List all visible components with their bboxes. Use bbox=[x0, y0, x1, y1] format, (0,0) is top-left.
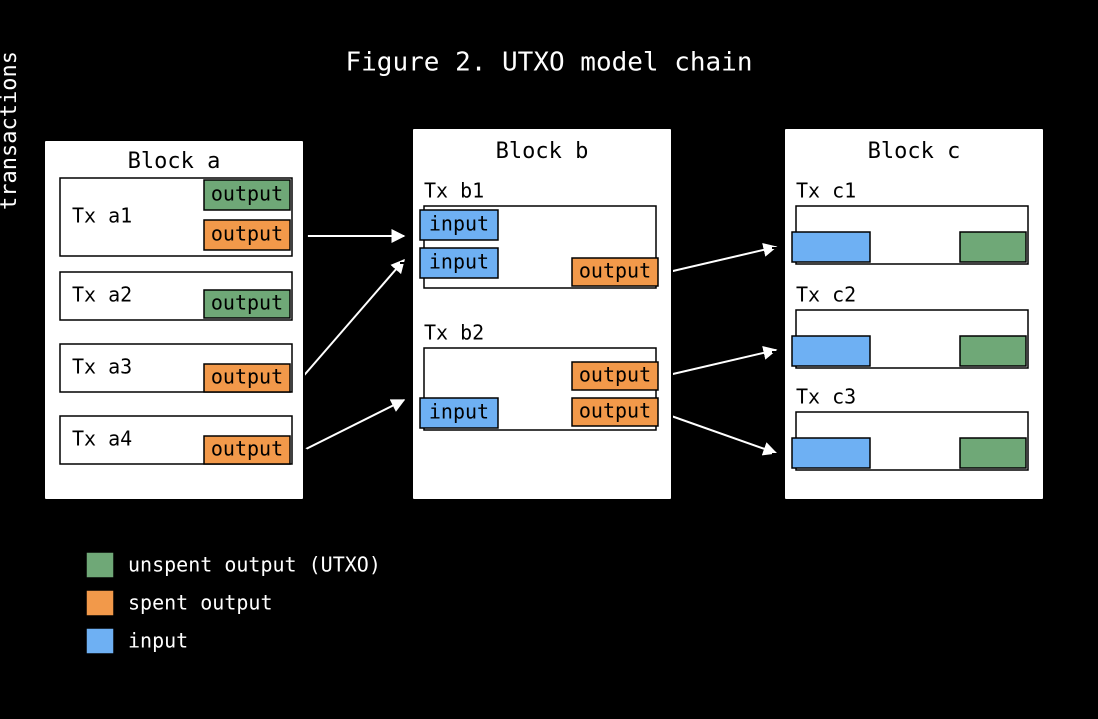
svg-text:Tx c3: Tx c3 bbox=[796, 385, 856, 409]
legend-swatch-unspent bbox=[86, 552, 114, 578]
tx-a3: Tx a3 output bbox=[60, 344, 292, 392]
legend-swatch-input bbox=[86, 628, 114, 654]
svg-text:Tx a1: Tx a1 bbox=[72, 204, 132, 228]
svg-text:input: input bbox=[429, 400, 489, 424]
block-b: Block b Tx b1 input input output Tx b2 o… bbox=[412, 128, 672, 500]
tx-a1: Tx a1 output output bbox=[60, 178, 292, 256]
svg-text:input: input bbox=[429, 250, 489, 274]
svg-text:output: output bbox=[211, 222, 283, 246]
svg-text:output: output bbox=[211, 291, 283, 315]
block-c: Block c Tx c1 Tx c2 Tx c3 bbox=[784, 128, 1044, 500]
svg-text:Tx c1: Tx c1 bbox=[796, 179, 856, 203]
svg-text:output: output bbox=[211, 182, 283, 206]
tx-c3-input-0 bbox=[792, 438, 870, 468]
block-a: Block a Tx a1 output output Tx a2 output… bbox=[44, 140, 304, 500]
svg-text:Tx a2: Tx a2 bbox=[72, 283, 132, 307]
legend-label-spent: spent output bbox=[128, 591, 273, 615]
svg-text:Tx c2: Tx c2 bbox=[796, 283, 856, 307]
svg-text:output: output bbox=[211, 365, 283, 389]
block-b-title: Block b bbox=[496, 139, 589, 164]
svg-text:output: output bbox=[579, 259, 651, 283]
legend: unspent output (UTXO) spent output input bbox=[86, 552, 381, 654]
figure-title: Figure 2. UTXO model chain bbox=[346, 48, 753, 78]
svg-text:output: output bbox=[579, 363, 651, 387]
row-label-transactions: transactions bbox=[0, 51, 22, 210]
tx-c3-output-0 bbox=[960, 438, 1026, 468]
block-a-title: Block a bbox=[128, 149, 221, 174]
block-c-title: Block c bbox=[868, 139, 961, 164]
svg-text:input: input bbox=[429, 212, 489, 236]
tx-c2-input-0 bbox=[792, 336, 870, 366]
legend-swatch-spent bbox=[86, 590, 114, 616]
tx-c1-input-0 bbox=[792, 232, 870, 262]
tx-a4: Tx a4 output bbox=[60, 416, 292, 464]
tx-c1-output-0 bbox=[960, 232, 1026, 262]
legend-label-unspent: unspent output (UTXO) bbox=[128, 553, 381, 577]
svg-text:Tx b2: Tx b2 bbox=[424, 321, 484, 345]
tx-c2-output-0 bbox=[960, 336, 1026, 366]
legend-label-input: input bbox=[128, 629, 188, 653]
svg-text:Tx a4: Tx a4 bbox=[72, 427, 132, 451]
tx-a2: Tx a2 output bbox=[60, 272, 292, 320]
svg-text:Tx b1: Tx b1 bbox=[424, 179, 484, 203]
svg-text:Tx a3: Tx a3 bbox=[72, 355, 132, 379]
svg-text:output: output bbox=[579, 399, 651, 423]
svg-text:output: output bbox=[211, 437, 283, 461]
